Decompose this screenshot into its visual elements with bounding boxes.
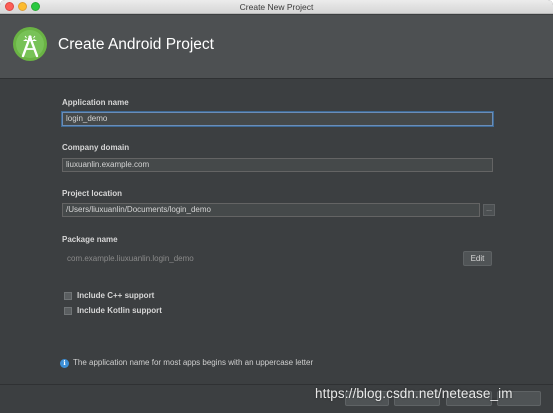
hint-message: i The application name for most apps beg… [60, 358, 313, 368]
project-location-input[interactable]: /Users/liuxuanlin/Documents/login_demo [62, 203, 480, 217]
company-domain-input[interactable]: liuxuanlin.example.com [62, 158, 493, 172]
hint-text: The application name for most apps begin… [73, 358, 314, 367]
dialog-title: Create Android Project [58, 36, 214, 53]
edit-package-button[interactable]: Edit [463, 251, 492, 266]
info-icon: i [60, 358, 69, 368]
kotlin-support-option[interactable]: Include Kotlin support [64, 306, 162, 316]
application-name-label: Application name [62, 98, 129, 107]
project-location-label: Project location [62, 189, 123, 198]
watermark-text: https://blog.csdn.net/netease_im [315, 386, 513, 401]
package-name-value: com.example.liuxuanlin.login_demo [67, 254, 194, 263]
cpp-support-checkbox[interactable] [64, 292, 72, 300]
company-domain-label: Company domain [62, 143, 130, 152]
window-title: Create New Project [239, 2, 314, 12]
application-name-input[interactable]: login_demo [62, 112, 493, 126]
kotlin-support-label: Include Kotlin support [77, 306, 162, 315]
cpp-support-label: Include C++ support [77, 291, 155, 300]
browse-location-button[interactable]: ... [483, 204, 495, 216]
android-studio-logo-icon [13, 27, 47, 61]
cpp-support-option[interactable]: Include C++ support [64, 291, 154, 301]
kotlin-support-checkbox[interactable] [64, 307, 72, 315]
package-name-label: Package name [62, 235, 118, 244]
create-project-window: Create New Project Create Android Projec… [0, 0, 553, 413]
dialog-header: Create Android Project [0, 15, 553, 79]
title-bar: Create New Project [0, 0, 553, 14]
